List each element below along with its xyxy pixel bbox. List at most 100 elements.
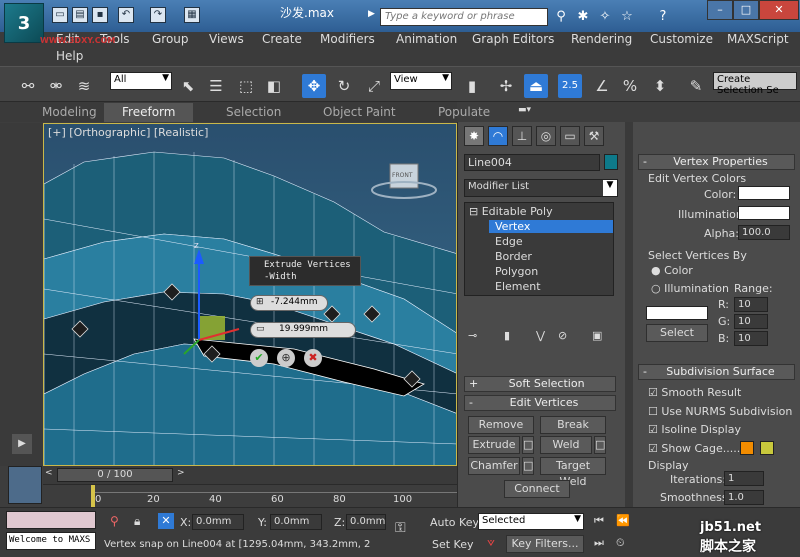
menu-graph-editors[interactable]: Graph Editors (472, 32, 554, 46)
key-filters-button[interactable]: Key Filters... (506, 535, 584, 553)
tab-object-paint[interactable]: Object Paint (323, 105, 396, 119)
illumination-swatch[interactable] (738, 206, 790, 220)
g-spinner[interactable]: 10 (734, 314, 768, 329)
menu-group[interactable]: Group (152, 32, 189, 46)
viewcube-icon[interactable]: FRONT (392, 172, 413, 179)
edit-named-sel-icon[interactable]: ✎ (684, 74, 708, 98)
rect-selection-icon[interactable]: ⬚ (234, 74, 258, 98)
selection-filter-dropdown[interactable]: All ▼ (110, 72, 172, 90)
open-file-icon[interactable]: ▤ (72, 7, 88, 23)
viewport-label[interactable]: [+] [Orthographic] [Realistic] (48, 126, 208, 139)
rotate-icon[interactable]: ↻ (332, 74, 356, 98)
tools-icon[interactable]: ✧ (596, 8, 614, 26)
target-weld-button[interactable]: Target Weld (540, 457, 606, 488)
show-end-result-icon[interactable]: ▮ (504, 329, 510, 342)
remove-modifier-icon[interactable]: ⊘ (558, 329, 567, 342)
r-spinner[interactable]: 10 (734, 297, 768, 312)
mini-curve-editor-icon[interactable] (8, 466, 42, 504)
named-selection-input[interactable]: Create Selection Se (713, 72, 797, 96)
time-slider-thumb[interactable]: 0 / 100 (57, 468, 173, 482)
tab-modeling[interactable]: Modeling (42, 105, 97, 119)
radio-color[interactable]: ● Color (651, 264, 693, 277)
spinner-snap-icon[interactable]: ⬍ (648, 74, 672, 98)
tab-populate[interactable]: Populate (438, 105, 490, 119)
iterations-spinner[interactable]: 1 (724, 471, 764, 486)
caddy-width-field[interactable]: 19.999mm (250, 322, 356, 338)
alpha-spinner[interactable]: 100.0 (738, 225, 790, 240)
listener-top[interactable] (6, 511, 96, 529)
goto-start-icon[interactable]: ⏮ (594, 514, 604, 528)
set-key-button[interactable]: Set Key (432, 538, 474, 551)
stack-item-editable-poly[interactable]: ⊟ Editable Poly (469, 205, 553, 218)
minimize-button[interactable]: – (707, 0, 733, 20)
time-slider[interactable]: < 0 / 100 > (43, 466, 457, 484)
keyboard-shortcut-icon[interactable]: ⏏ (524, 74, 548, 98)
nurms-checkbox[interactable]: ☐ Use NURMS Subdivision (648, 405, 792, 418)
ribbon-toggle-icon[interactable]: ▬▾ (518, 105, 532, 117)
pin-icon[interactable]: ⚲ (110, 514, 119, 528)
unlink-icon[interactable]: ⚮ (44, 74, 68, 98)
menu-views[interactable]: Views (209, 32, 244, 46)
pivot-icon[interactable]: ▮ (460, 74, 484, 98)
smoothness-spinner[interactable]: 1.0 (724, 490, 764, 505)
binoculars-icon[interactable]: ⚲ (552, 8, 570, 26)
select-color-swatch[interactable] (646, 306, 708, 320)
menu-help[interactable]: Help (56, 49, 83, 63)
smooth-result-checkbox[interactable]: ☑ Smooth Result (648, 386, 741, 399)
b-spinner[interactable]: 10 (734, 331, 768, 346)
favorite-star-icon[interactable]: ☆ (618, 8, 636, 26)
menu-maxscript[interactable]: MAXScript (727, 32, 789, 46)
break-button[interactable]: Break (540, 416, 606, 434)
utilities-tab-icon[interactable]: ⚒ (584, 126, 604, 146)
menu-modifiers[interactable]: Modifiers (320, 32, 375, 46)
app-logo-icon[interactable]: 3 (4, 3, 44, 43)
time-config-icon[interactable]: ⏲ (616, 536, 625, 550)
pin-stack-icon[interactable]: ⊸ (468, 329, 477, 342)
prev-key-icon[interactable]: ⏪ (616, 514, 630, 527)
stack-item-vertex[interactable]: Vertex (489, 220, 613, 233)
auto-key-button[interactable]: Auto Key (430, 516, 479, 529)
make-unique-icon[interactable]: ⋁ (536, 329, 545, 342)
lock-selection-icon[interactable]: 🔒︎ (134, 514, 140, 529)
create-tab-icon[interactable]: ✸ (464, 126, 484, 146)
connect-button[interactable]: Connect (504, 480, 570, 498)
isoline-checkbox[interactable]: ☑ Isoline Display (648, 423, 741, 436)
object-color-swatch[interactable] (604, 154, 618, 170)
vertex-properties-rollout[interactable]: - Vertex Properties (638, 154, 795, 170)
ref-coord-dropdown[interactable]: View ▼ (390, 72, 452, 90)
search-input[interactable]: Type a keyword or phrase (380, 8, 548, 26)
show-cage-checkbox[interactable]: ☑ Show Cage...... (648, 442, 744, 455)
select-by-name-icon[interactable]: ☰ (204, 74, 228, 98)
search-arrow-icon[interactable]: ▶ (368, 9, 375, 19)
undo-icon[interactable]: ↶ (118, 7, 134, 23)
display-tab-icon[interactable]: ▭ (560, 126, 580, 146)
hierarchy-tab-icon[interactable]: ⊥ (512, 126, 532, 146)
redo-icon[interactable]: ↷ (150, 7, 166, 23)
viewport[interactable]: [+] [Orthographic] [Realistic] z FRONT E… (43, 123, 457, 466)
select-manipulate-icon[interactable]: ✢ (494, 74, 518, 98)
key-icon[interactable]: ⚿ (395, 520, 406, 536)
prev-frame-icon[interactable]: < (45, 468, 55, 482)
bind-space-warp-icon[interactable]: ≋ (72, 74, 96, 98)
maximize-button[interactable]: □ (733, 0, 759, 20)
close-button[interactable]: ✕ (759, 0, 799, 20)
soft-selection-rollout[interactable]: + Soft Selection (464, 376, 616, 392)
z-coord-field[interactable]: 0.0mm (346, 514, 386, 530)
absolute-mode-icon[interactable]: ✕ (158, 513, 174, 529)
set-key-icon[interactable]: ⟇ (480, 535, 502, 555)
select-object-icon[interactable]: ⬉ (176, 74, 200, 98)
angle-snap-icon[interactable]: ∠ (590, 74, 614, 98)
modifier-list-dropdown[interactable]: Modifier List ▼ (464, 179, 618, 197)
next-frame-icon[interactable]: > (177, 468, 187, 482)
x-coord-field[interactable]: 0.0mm (192, 514, 244, 530)
chamfer-button[interactable]: Chamfer (468, 457, 520, 475)
chamfer-settings-icon[interactable]: □ (522, 457, 534, 475)
remove-button[interactable]: Remove (468, 416, 534, 434)
motion-tab-icon[interactable]: ◎ (536, 126, 556, 146)
extrude-button[interactable]: Extrude (468, 436, 520, 454)
caddy-cancel-icon[interactable]: ✖ (304, 349, 322, 367)
percent-snap-icon[interactable]: % (618, 74, 642, 98)
stack-item-polygon[interactable]: Polygon (495, 265, 538, 278)
y-coord-field[interactable]: 0.0mm (270, 514, 322, 530)
menu-rendering[interactable]: Rendering (571, 32, 632, 46)
